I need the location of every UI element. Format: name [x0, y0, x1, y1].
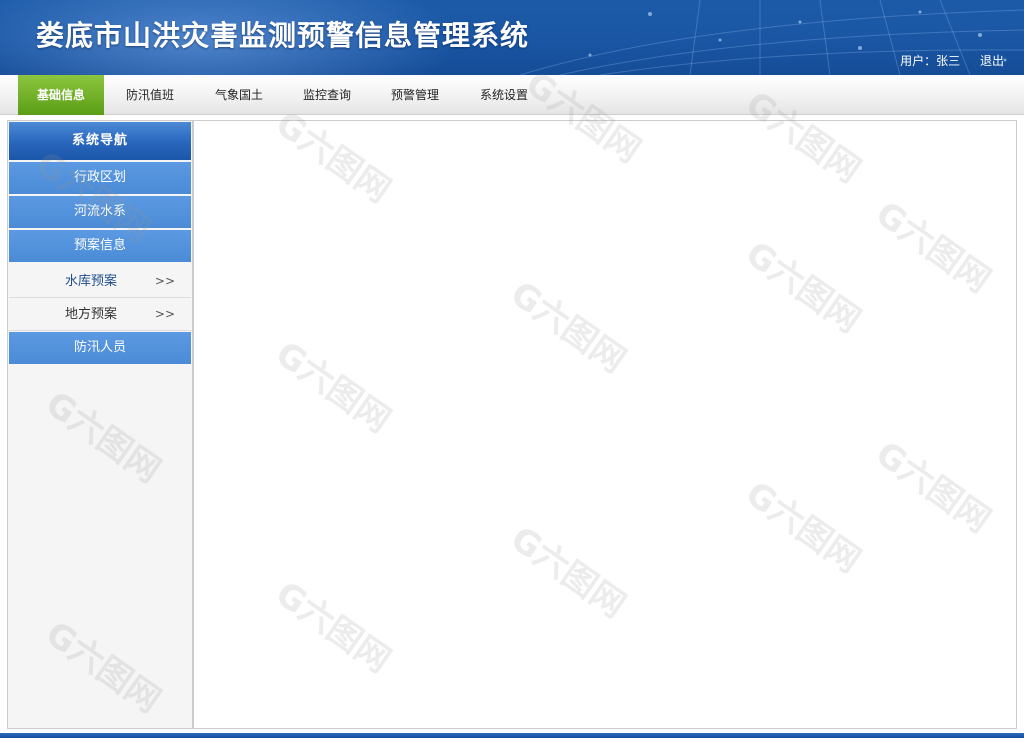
side-navigation: 系统导航 行政区划 河流水系 预案信息 水库预案 >> 地方预案 >> 防汛人员	[7, 120, 193, 729]
sidebar-subitem-label: 水库预案	[65, 274, 118, 289]
top-navigation: 基础信息 防汛值班 气象国土 监控查询 预警管理 系统设置	[0, 75, 1024, 115]
user-area: 用户：张三 退出	[900, 52, 1004, 69]
double-chevron-right-icon: >>	[154, 307, 175, 321]
app-title: 娄底市山洪灾害监测预警信息管理系统	[36, 19, 530, 52]
side-navigation-title: 系统导航	[9, 122, 191, 160]
sidebar-item-river-system[interactable]: 河流水系	[9, 196, 191, 228]
header-banner: 娄底市山洪灾害监测预警信息管理系统 用户：张三 退出	[0, 0, 1024, 75]
tab-system-settings[interactable]: 系统设置	[480, 75, 528, 115]
double-chevron-right-icon: >>	[154, 274, 175, 288]
tab-warning-management[interactable]: 预警管理	[391, 75, 439, 115]
sidebar-item-administrative-division[interactable]: 行政区划	[9, 162, 191, 194]
current-user-label: 用户：张三	[900, 54, 961, 68]
main-content-panel	[193, 120, 1017, 729]
sidebar-item-plan-info[interactable]: 预案信息	[9, 230, 191, 262]
sidebar-subitem-reservoir-plan[interactable]: 水库预案 >>	[9, 265, 191, 298]
sidebar-subitem-local-plan[interactable]: 地方预案 >>	[9, 298, 191, 331]
tab-meteorology-land[interactable]: 气象国土	[215, 75, 263, 115]
sidebar-item-flood-personnel[interactable]: 防汛人员	[9, 332, 191, 364]
tab-flood-duty[interactable]: 防汛值班	[126, 75, 174, 115]
tab-monitor-query[interactable]: 监控查询	[303, 75, 351, 115]
logout-link[interactable]: 退出	[980, 54, 1004, 68]
footer-bar	[0, 733, 1024, 738]
tab-basic-info[interactable]: 基础信息	[18, 75, 104, 115]
sidebar-subitem-label: 地方预案	[65, 307, 118, 322]
